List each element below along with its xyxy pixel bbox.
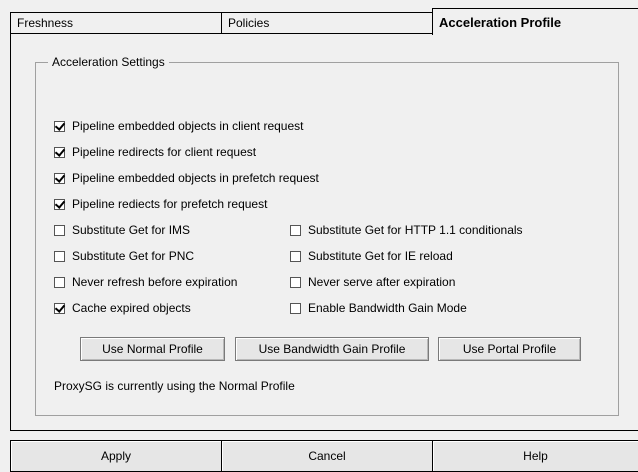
checkbox-pipeline-embedded-client[interactable]: Pipeline embedded objects in client requ… bbox=[54, 119, 303, 133]
checkbox-label: Pipeline rediects for prefetch request bbox=[72, 197, 268, 211]
tab-freshness[interactable]: Freshness bbox=[10, 12, 222, 34]
checkbox-label: Never serve after expiration bbox=[308, 275, 456, 289]
checkbox-substitute-get-pnc[interactable]: Substitute Get for PNC bbox=[54, 249, 194, 263]
group-title: Acceleration Settings bbox=[48, 55, 169, 69]
checkbox-label: Pipeline embedded objects in client requ… bbox=[72, 119, 304, 133]
checkbox-box[interactable] bbox=[54, 224, 65, 236]
tab-freshness-label: Freshness bbox=[17, 16, 74, 30]
tab-policies-label: Policies bbox=[228, 16, 270, 30]
checkbox-label: Substitute Get for IE reload bbox=[308, 249, 453, 263]
checkbox-box[interactable] bbox=[290, 276, 301, 288]
checkbox-pipeline-redirects-client[interactable]: Pipeline redirects for client request bbox=[54, 145, 256, 159]
cancel-button[interactable]: Cancel bbox=[221, 440, 433, 472]
checkbox-pipeline-redirects-prefetch[interactable]: Pipeline rediects for prefetch request bbox=[54, 197, 267, 211]
tab-acceleration-profile[interactable]: Acceleration Profile bbox=[432, 8, 638, 35]
checkbox-label: Enable Bandwidth Gain Mode bbox=[308, 301, 467, 315]
tab-policies[interactable]: Policies bbox=[221, 12, 433, 34]
checkbox-box[interactable] bbox=[290, 224, 301, 236]
checkbox-box[interactable] bbox=[54, 198, 65, 210]
checkbox-never-refresh[interactable]: Never refresh before expiration bbox=[54, 275, 237, 289]
checkbox-label: Substitute Get for HTTP 1.1 conditionals bbox=[308, 223, 523, 237]
tab-panel: Acceleration Settings Pipeline embedded … bbox=[10, 33, 638, 431]
profile-status-text: ProxySG is currently using the Normal Pr… bbox=[54, 379, 295, 393]
checkbox-label: Pipeline redirects for client request bbox=[72, 145, 257, 159]
apply-button[interactable]: Apply bbox=[10, 440, 222, 472]
checkbox-label: Cache expired objects bbox=[72, 301, 191, 315]
checkbox-box[interactable] bbox=[54, 302, 65, 314]
checkbox-pipeline-embedded-prefetch[interactable]: Pipeline embedded objects in prefetch re… bbox=[54, 171, 319, 185]
checkbox-label: Never refresh before expiration bbox=[72, 275, 238, 289]
checkbox-box[interactable] bbox=[54, 276, 65, 288]
checkbox-box[interactable] bbox=[54, 120, 65, 132]
acceleration-settings-group: Acceleration Settings Pipeline embedded … bbox=[35, 55, 619, 416]
tab-acceleration-profile-label: Acceleration Profile bbox=[439, 15, 562, 30]
use-normal-profile-button[interactable]: Use Normal Profile bbox=[80, 337, 225, 361]
checkbox-label: Substitute Get for PNC bbox=[72, 249, 195, 263]
checkbox-box[interactable] bbox=[54, 146, 65, 158]
help-button[interactable]: Help bbox=[432, 440, 638, 472]
checkbox-substitute-get-ims[interactable]: Substitute Get for IMS bbox=[54, 223, 190, 237]
checkbox-label: Substitute Get for IMS bbox=[72, 223, 191, 237]
checkbox-box[interactable] bbox=[54, 172, 65, 184]
checkbox-label: Pipeline embedded objects in prefetch re… bbox=[72, 171, 319, 185]
checkbox-substitute-get-http11[interactable]: Substitute Get for HTTP 1.1 conditionals bbox=[290, 223, 523, 237]
checkbox-bandwidth-gain-mode[interactable]: Enable Bandwidth Gain Mode bbox=[290, 301, 467, 315]
checkbox-substitute-get-ie-reload[interactable]: Substitute Get for IE reload bbox=[290, 249, 453, 263]
checkbox-box[interactable] bbox=[290, 250, 301, 262]
tab-strip: Freshness Policies Acceleration Profile bbox=[10, 8, 638, 35]
use-bandwidth-gain-profile-button[interactable]: Use Bandwidth Gain Profile bbox=[235, 337, 429, 361]
checkbox-box[interactable] bbox=[54, 250, 65, 262]
checkbox-never-serve[interactable]: Never serve after expiration bbox=[290, 275, 455, 289]
footer-button-bar: Apply Cancel Help bbox=[10, 440, 638, 472]
checkbox-box[interactable] bbox=[290, 302, 301, 314]
checkbox-cache-expired[interactable]: Cache expired objects bbox=[54, 301, 191, 315]
use-portal-profile-button[interactable]: Use Portal Profile bbox=[438, 337, 581, 361]
